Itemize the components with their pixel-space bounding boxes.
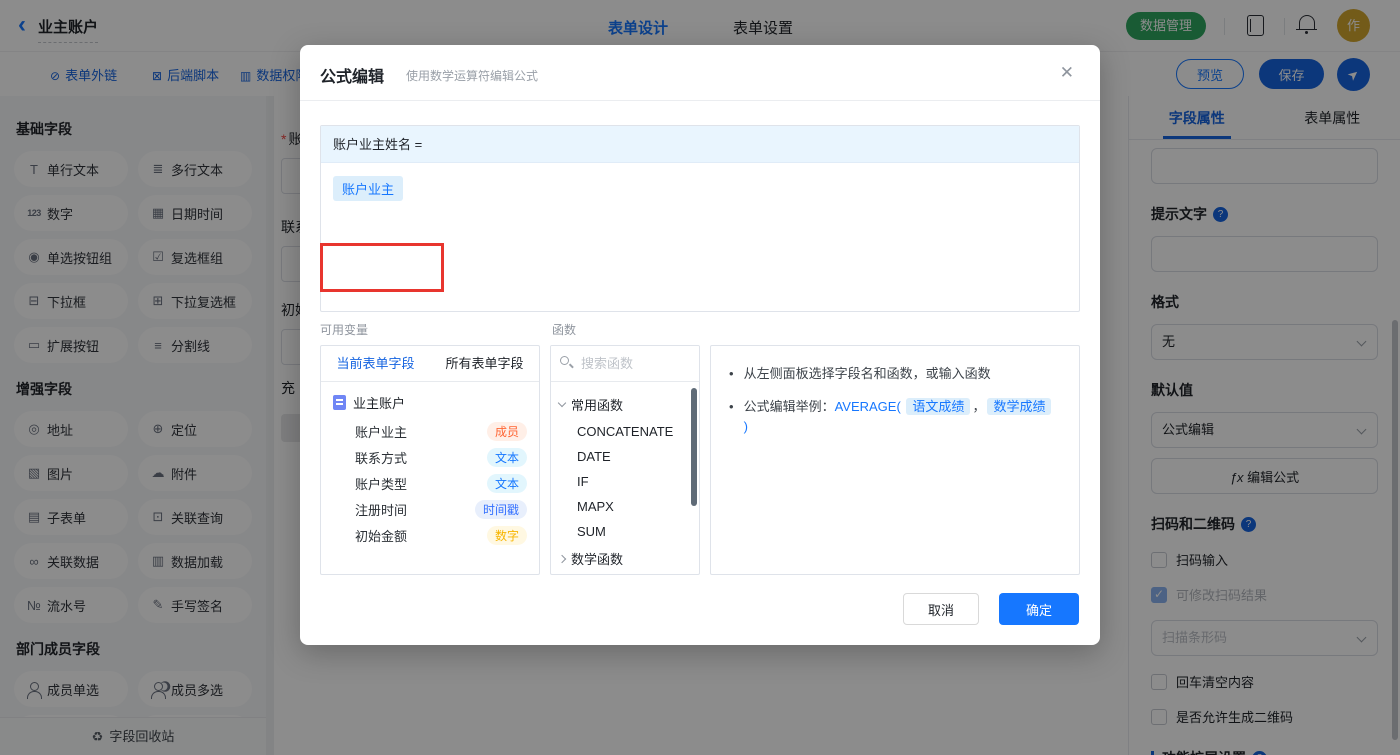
example-field-chip: 语文成绩: [906, 398, 971, 415]
function-search: [551, 346, 699, 382]
formula-editor-box[interactable]: 账户业主姓名 = 账户业主: [320, 125, 1080, 312]
function-list: 常用函数 CONCATENATE DATE IF MAPX SUM 数学函数 文…: [551, 382, 699, 574]
functions-panel: 常用函数 CONCATENATE DATE IF MAPX SUM 数学函数 文…: [550, 345, 700, 575]
help-line-2: • 公式编辑举例：AVERAGE( 语文成绩，数学成绩 ): [729, 397, 1061, 437]
example-field-chip: 数学成绩: [987, 398, 1052, 415]
modal-subtitle: 使用数学运算符编辑公式: [406, 69, 539, 83]
function-item[interactable]: SUM: [551, 519, 699, 544]
help-panel: • 从左侧面板选择字段名和函数，或输入函数 • 公式编辑举例：AVERAGE( 语文…: [710, 345, 1080, 575]
variables-panel: 当前表单字段 所有表单字段 业主账户 账户业主 成员 联系方式 文本 账户类型 文本 …: [320, 345, 540, 575]
chevron-open-icon: [557, 398, 567, 408]
group-text-functions[interactable]: 文本函数: [551, 573, 699, 574]
scrollbar-thumb[interactable]: [691, 388, 697, 506]
variables-label: 可用变量: [320, 323, 369, 337]
tab-all-form-fields[interactable]: 所有表单字段: [430, 346, 539, 381]
type-badge: 时间戳: [474, 499, 527, 519]
chevron-closed-icon: [557, 554, 567, 563]
search-icon: [560, 356, 569, 365]
tab-current-form-fields[interactable]: 当前表单字段: [321, 346, 430, 381]
variable-row[interactable]: 账户业主 成员: [333, 418, 527, 444]
formula-field-chip[interactable]: 账户业主: [333, 176, 404, 201]
variable-row[interactable]: 账户类型 文本: [333, 470, 527, 496]
function-search-input[interactable]: [551, 346, 699, 381]
form-node[interactable]: 业主账户: [333, 393, 527, 412]
function-item[interactable]: CONCATENATE: [551, 419, 699, 444]
help-line-1: • 从左侧面板选择字段名和函数，或输入函数: [729, 366, 991, 381]
function-item[interactable]: DATE: [551, 444, 699, 469]
group-math-functions[interactable]: 数学函数: [551, 544, 699, 573]
red-annotation-rectangle: [320, 243, 444, 292]
variables-tree: 业主账户 账户业主 成员 联系方式 文本 账户类型 文本 注册时间 时间戳 初始金额 数字: [321, 382, 539, 559]
confirm-button[interactable]: 确定: [999, 593, 1079, 625]
variables-tabs: 当前表单字段 所有表单字段: [321, 346, 539, 382]
type-badge: 成员: [486, 421, 527, 441]
type-badge: 数字: [486, 525, 527, 545]
type-badge: 文本: [486, 473, 527, 493]
functions-label: 函数: [552, 323, 577, 337]
variable-row[interactable]: 联系方式 文本: [333, 444, 527, 470]
type-badge: 文本: [486, 447, 527, 467]
group-common-functions[interactable]: 常用函数: [551, 390, 699, 419]
function-example: AVERAGE(: [834, 399, 901, 414]
function-item[interactable]: IF: [551, 469, 699, 494]
modal-title: 公式编辑: [320, 69, 385, 86]
cancel-button[interactable]: 取消: [903, 593, 979, 625]
form-icon: [333, 395, 346, 410]
variable-row[interactable]: 初始金额 数字: [333, 522, 527, 548]
variable-row[interactable]: 注册时间 时间戳: [333, 496, 527, 522]
close-icon[interactable]: ✕: [1060, 63, 1074, 83]
modal-header: 公式编辑 使用数学运算符编辑公式 ✕: [300, 45, 1100, 101]
formula-target-bar: 账户业主姓名 =: [321, 126, 1079, 163]
function-item[interactable]: MAPX: [551, 494, 699, 519]
app-root: *账户业主 联系方式 初始金额 充 ‹ 业主账户 表单设计 表单设置 数据管理 …: [0, 0, 1400, 755]
formula-editor-modal: 公式编辑 使用数学运算符编辑公式 ✕ 账户业主姓名 = 账户业主 可用变量 函数…: [300, 45, 1100, 645]
